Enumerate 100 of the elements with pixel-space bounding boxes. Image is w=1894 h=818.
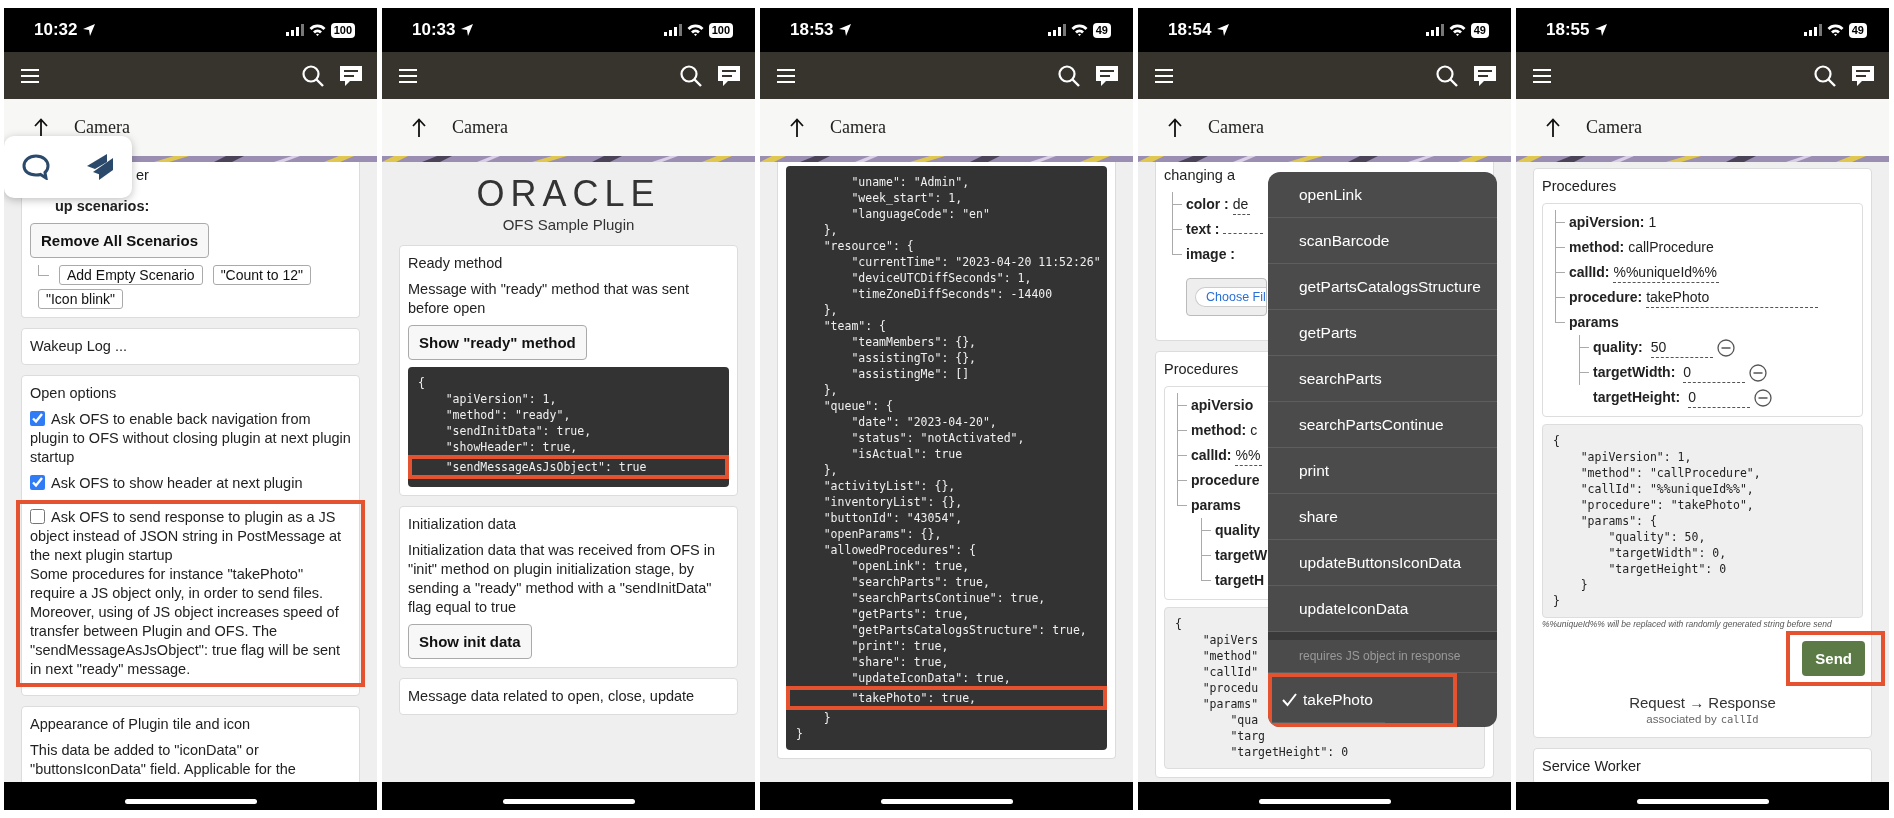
speech-bubble-icon[interactable] [21, 154, 50, 180]
action-button[interactable]: Remove All Scenarios [30, 223, 209, 258]
value-field[interactable]: de [1232, 194, 1251, 215]
checkbox-label[interactable]: Ask OFS to send response to plugin as a JS object instead of JSON string in PostMessage at the next plugin startup [30, 508, 351, 565]
chat-icon[interactable] [339, 64, 363, 87]
chat-icon[interactable] [1851, 64, 1875, 87]
remove-icon[interactable] [1749, 363, 1768, 382]
code-line: "apiVersion": 1, [1579, 449, 1692, 465]
field-value: 1 [1648, 214, 1657, 230]
search-icon[interactable] [1435, 63, 1459, 88]
page-title: Camera [1208, 117, 1264, 138]
battery-indicator: 100 [708, 22, 733, 38]
menu-option[interactable]: updateButtonsIconData [1268, 540, 1497, 586]
menu-option[interactable]: getParts [1268, 310, 1497, 356]
code-line: }, [822, 302, 838, 318]
logo: ORACLE [475, 174, 662, 214]
menu-icon[interactable] [776, 67, 796, 84]
code-line: { [1553, 433, 1560, 449]
search-icon[interactable] [1057, 63, 1081, 88]
value-field[interactable]: takePhoto [1646, 287, 1819, 308]
field-label: text : [1186, 221, 1220, 237]
code-line: "week_start": 1, [850, 190, 963, 206]
signal-icon [1803, 24, 1822, 36]
description-text: Initialization data that was received from OFS in "init" method on plugin initialization stage, by sending a "ready" method with a "sendInitData" flag equal to true [408, 541, 717, 617]
value-field[interactable]: %% [1235, 445, 1263, 466]
code-line: "openParams": {}, [822, 526, 942, 542]
menu-icon[interactable] [398, 67, 418, 84]
description-text: This data be added to "iconData" or "buttonsIconData" field. Applicable for the [30, 741, 297, 779]
chat-icon[interactable] [1095, 64, 1119, 87]
location-arrow-icon [1594, 23, 1609, 37]
code-line: "deviceUTCDiffSeconds": 1, [850, 270, 1032, 286]
menu-option[interactable]: searchPartsContinue [1268, 402, 1497, 448]
code-line: "targ [1229, 728, 1265, 744]
checkbox-label[interactable]: Ask OFS to show header at next plugin [30, 474, 351, 493]
menu-icon[interactable] [1154, 67, 1174, 84]
field-value: callProcedure [1628, 239, 1714, 255]
checkbox[interactable] [30, 509, 45, 524]
up-arrow-icon[interactable] [790, 117, 804, 138]
value-field[interactable]: 0 [1683, 362, 1746, 383]
code-line: "searchPartsContinue": true, [850, 590, 1046, 606]
menu-option[interactable]: searchParts [1268, 356, 1497, 402]
menu-option[interactable]: updateIconData [1268, 586, 1497, 632]
menu-option[interactable]: share [1268, 494, 1497, 540]
code-line: "callId": "%%uniqueId%%", [1579, 481, 1754, 497]
remove-icon[interactable] [1716, 338, 1735, 357]
scenario-button[interactable]: Add Empty Scenario [59, 265, 203, 285]
search-icon[interactable] [679, 63, 703, 88]
menu-icon[interactable] [20, 67, 40, 84]
menu-option[interactable]: print [1268, 448, 1497, 494]
code-line: { [1175, 616, 1182, 632]
up-arrow-icon[interactable] [412, 117, 426, 138]
description-text: changing a [1164, 166, 1235, 185]
page-title: Camera [452, 117, 508, 138]
menu-option[interactable]: getPartsCatalogsStructure [1268, 264, 1497, 310]
search-icon[interactable] [1813, 63, 1837, 88]
value-field[interactable]: 50 [1650, 337, 1713, 358]
scenario-button[interactable]: "Icon blink" [38, 289, 124, 309]
up-arrow-icon[interactable] [34, 117, 48, 138]
remove-icon[interactable] [1754, 388, 1773, 407]
code-line: "assistingMe": [] [850, 366, 970, 382]
code-line: "procedu [1201, 680, 1259, 696]
up-arrow-icon[interactable] [1168, 117, 1182, 138]
code-line: "updateIconData": true, [850, 670, 1011, 686]
menu-option[interactable]: openLink [1268, 172, 1497, 218]
status-time: 10:32 [34, 20, 78, 40]
code-line: "openLink": true, [850, 558, 970, 574]
code-line: "takePhoto": true, [850, 690, 976, 706]
send-button[interactable]: Send [1802, 641, 1865, 676]
menu-icon[interactable] [1532, 67, 1552, 84]
menu-option[interactable]: takePhoto [1272, 677, 1385, 723]
action-button[interactable]: Show "ready" method [408, 325, 587, 360]
search-icon[interactable] [301, 63, 325, 88]
action-button[interactable]: Show init data [408, 624, 532, 659]
code-line: "buttonId": "43054", [822, 510, 963, 526]
checkbox[interactable] [30, 411, 45, 426]
scenario-button[interactable]: "Count to 12" [212, 265, 311, 285]
value-field[interactable]: 0 [1688, 387, 1751, 408]
up-arrow-icon[interactable] [1546, 117, 1560, 138]
status-time: 10:33 [412, 20, 456, 40]
code-line: "method": "callProcedure", [1579, 465, 1761, 481]
code-line: "resource": { [822, 238, 914, 254]
field-label: apiVersion: [1569, 214, 1645, 230]
description-text: Some procedures for instance "takePhoto" require a JS object only, in order to send files. Moreover, using of JS object increases speed of transfer between Plugin and OFS. The "sendMessageAsJsObject": true flag will be sent in next "ready" message. [30, 565, 342, 679]
battery-indicator: 49 [1470, 22, 1489, 38]
section-title: Wakeup Log ... [30, 337, 127, 356]
wifi-icon [1826, 24, 1844, 36]
code-line: "queue": { [822, 398, 893, 414]
code-line: "uname": "Admin", [850, 174, 970, 190]
checkbox-label[interactable]: Ask OFS to enable back navigation from plugin to OFS without closing plugin at next plugin startup [30, 410, 351, 467]
code-line: "team": { [822, 318, 886, 334]
menu-option[interactable]: scanBarcode [1268, 218, 1497, 264]
choose-file-button[interactable]: Choose Fil [1195, 287, 1266, 307]
chat-icon[interactable] [1473, 64, 1497, 87]
chat-icon[interactable] [717, 64, 741, 87]
wifi-icon [1448, 24, 1466, 36]
signal-icon [285, 24, 304, 36]
code-line: "inventoryList": {}, [822, 494, 963, 510]
checkbox[interactable] [30, 475, 45, 490]
wifi-icon [686, 24, 704, 36]
value-field[interactable]: %%uniqueId%% [1613, 262, 1719, 283]
